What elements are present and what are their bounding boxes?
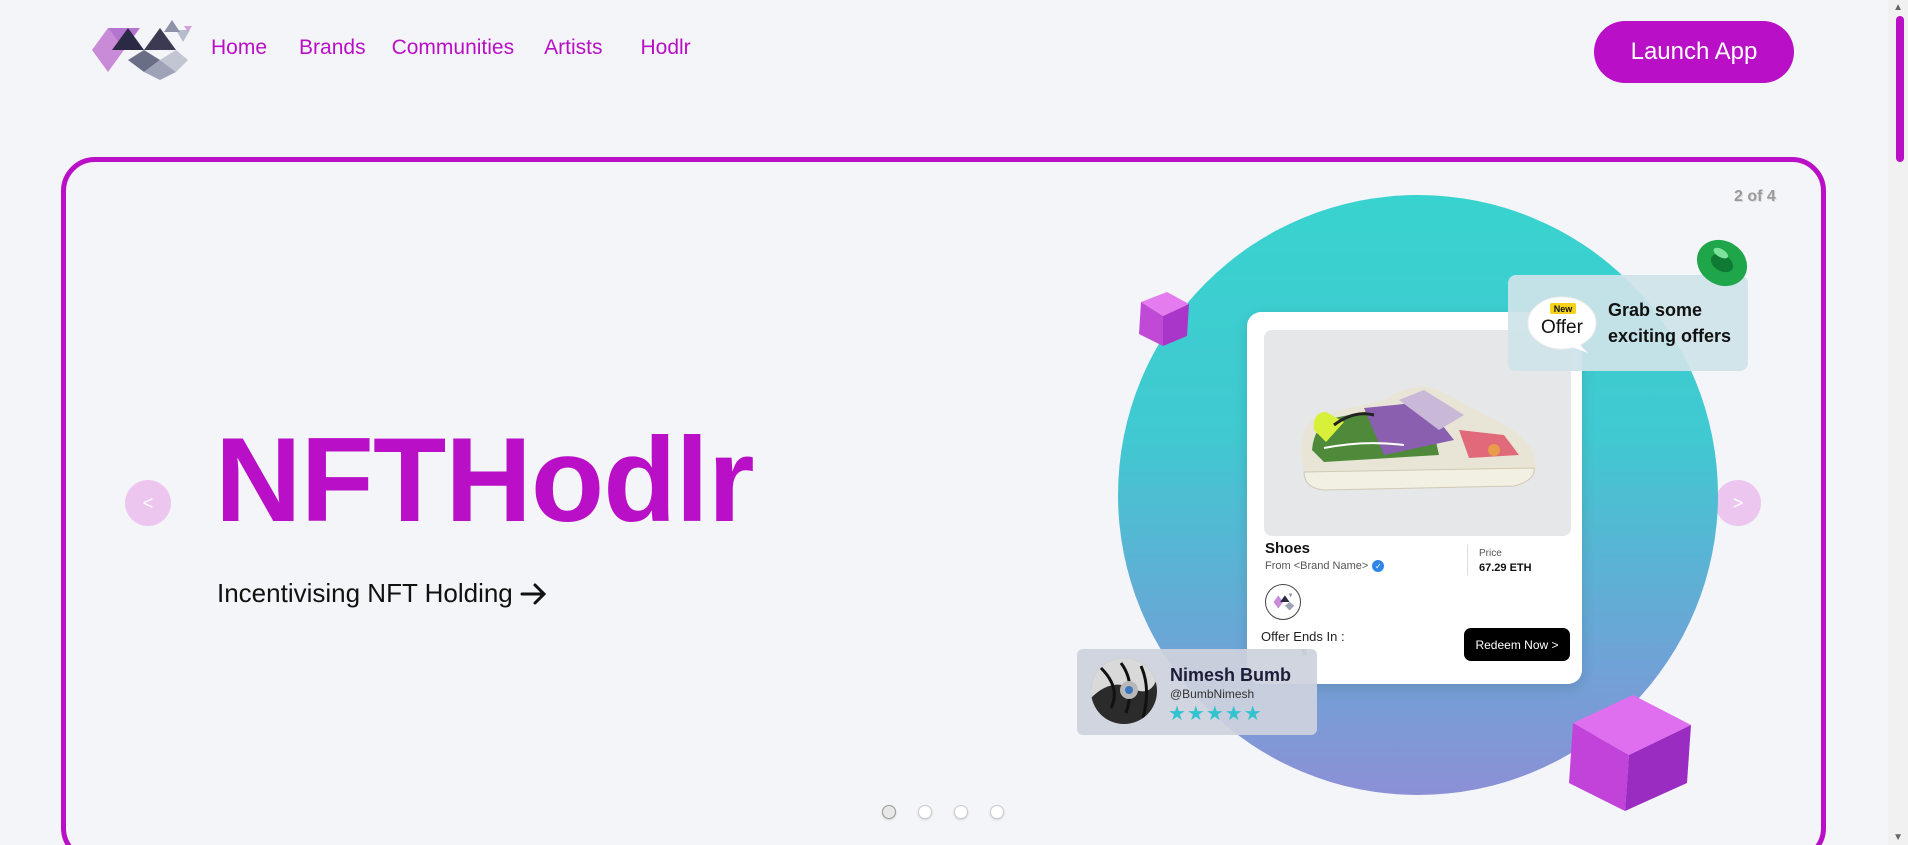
carousel-prev-button[interactable]: < — [125, 480, 171, 526]
tagline-text: Incentivising NFT Holding — [217, 578, 513, 608]
cube-icon-large — [1569, 695, 1691, 811]
offer-text: Grab some exciting offers — [1608, 300, 1732, 346]
price-divider — [1467, 545, 1468, 575]
new-offer-icon: New Offer — [1527, 296, 1597, 353]
nav-artists[interactable]: Artists — [544, 36, 602, 60]
arrow-right-icon — [520, 583, 546, 604]
user-name: Nimesh Bumb — [1170, 665, 1292, 685]
nav-hodlr[interactable]: Hodlr — [640, 36, 690, 60]
scroll-up-icon[interactable]: ▲ — [1893, 2, 1903, 13]
carousel-dot-3[interactable] — [954, 805, 968, 819]
redeem-now-button[interactable]: Redeem Now > — [1464, 628, 1570, 661]
verified-icon: ✓ — [1372, 560, 1385, 572]
user-avatar — [1091, 658, 1157, 724]
carousel-dot-4[interactable] — [990, 805, 1004, 819]
product-brand: From <Brand Name> ✓ — [1265, 560, 1385, 572]
cube-icon — [1139, 292, 1189, 346]
main-nav: Home Brands Communities Artists Hodlr — [211, 36, 723, 60]
hero-title: NFTHodlr — [215, 413, 755, 547]
slide-counter: 2 of 4 — [1734, 188, 1776, 205]
scroll-down-icon[interactable]: ▼ — [1893, 832, 1903, 843]
offer-ends-label: Offer Ends In : — [1261, 629, 1345, 644]
carousel-next-button[interactable]: > — [1715, 480, 1761, 526]
price-label: Price — [1479, 548, 1502, 559]
nav-communities[interactable]: Communities — [392, 36, 515, 60]
page-scrollbar[interactable]: ▲ ▼ — [1888, 0, 1908, 845]
hero-tagline-link[interactable]: Incentivising NFT Holding — [217, 578, 549, 609]
scroll-thumb[interactable] — [1896, 16, 1904, 162]
ring-icon — [1696, 239, 1748, 287]
nav-brands[interactable]: Brands — [299, 36, 366, 60]
star-rating: ★★★★★ — [1168, 703, 1263, 725]
logo-icon[interactable] — [92, 20, 196, 84]
carousel-dot-2[interactable] — [918, 805, 932, 819]
brand-text: From <Brand Name> — [1265, 560, 1369, 572]
launch-app-button[interactable]: Launch App — [1594, 21, 1794, 83]
user-handle: @BumbNimesh — [1170, 687, 1255, 701]
brand-logo-icon — [1265, 584, 1301, 620]
bubble-top-text: New — [1554, 304, 1574, 314]
carousel-dots — [882, 805, 1004, 819]
user-card[interactable]: Nimesh Bumb @BumbNimesh ★★★★★ — [1077, 649, 1317, 735]
bubble-main-text: Offer — [1541, 317, 1584, 338]
product-name: Shoes — [1265, 540, 1311, 557]
carousel-dot-1[interactable] — [882, 805, 896, 819]
price-value: 67.29 ETH — [1479, 562, 1532, 574]
nav-home[interactable]: Home — [211, 36, 267, 60]
